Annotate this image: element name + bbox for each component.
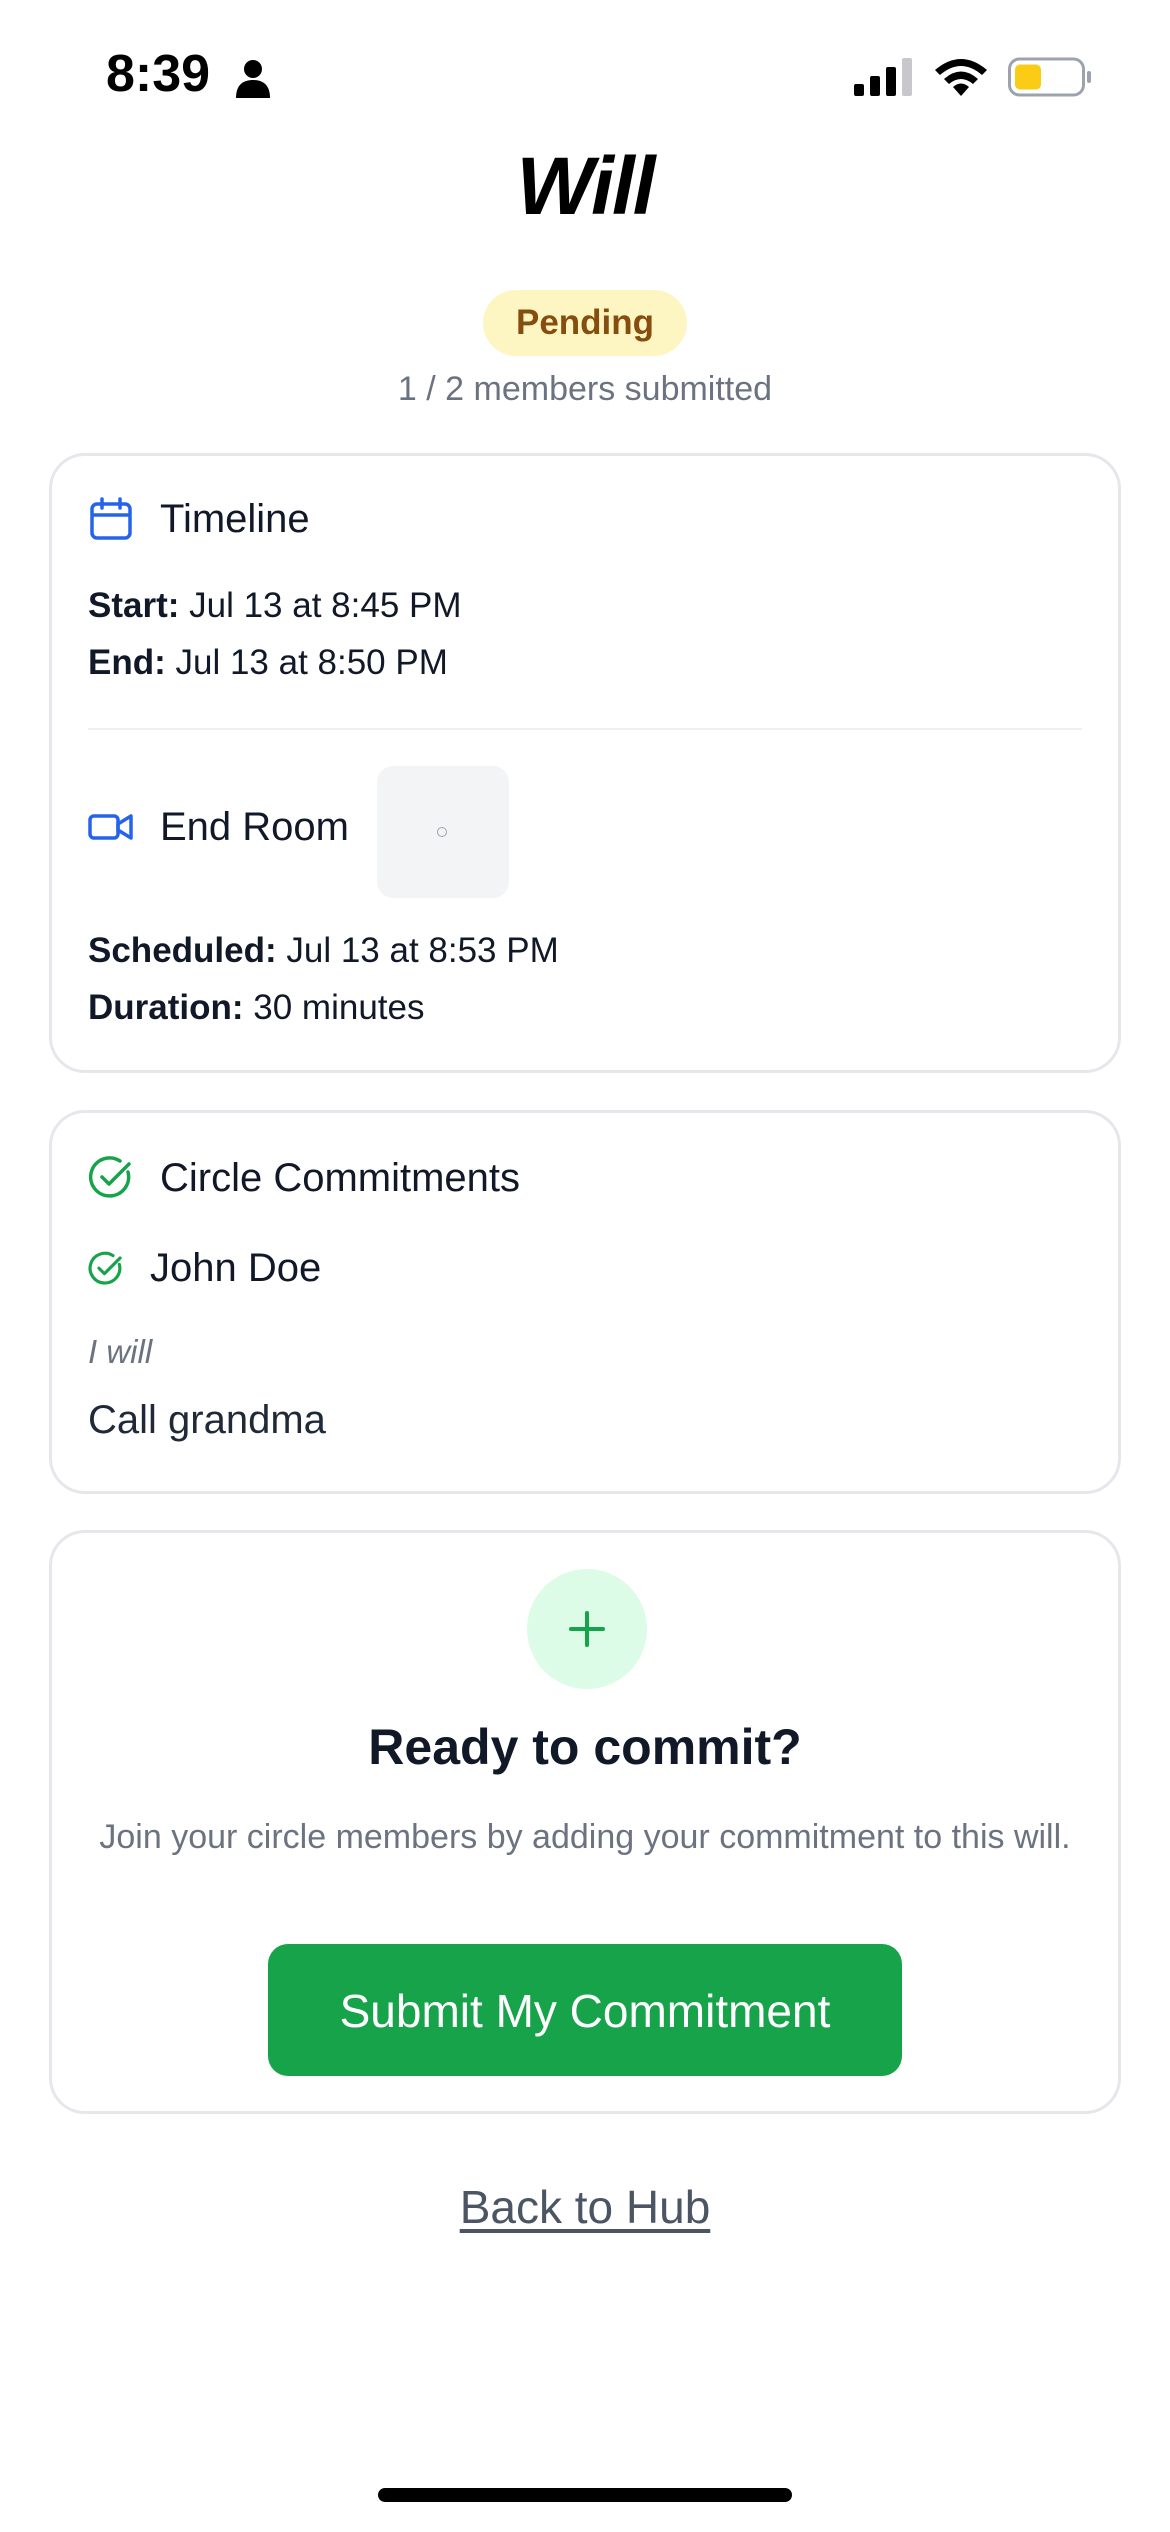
person-icon [236, 60, 270, 98]
timeline-card: Timeline Start: Jul 13 at 8:45 PM End: J… [49, 453, 1121, 1073]
status-badge: Pending [483, 290, 687, 356]
member-row: John Doe [88, 1246, 321, 1291]
scheduled-time: Scheduled: Jul 13 at 8:53 PM [88, 931, 559, 971]
commitments-title: Circle Commitments [160, 1155, 521, 1200]
wifi-icon [935, 59, 987, 96]
end-label: End: [88, 643, 166, 682]
scheduled-label: Scheduled: [88, 931, 277, 970]
duration: Duration: 30 minutes [88, 988, 424, 1028]
check-circle-icon [88, 1156, 131, 1198]
commitment-prefix: I will [88, 1333, 153, 1370]
end-room-title: End Room [160, 804, 349, 849]
check-circle-icon [88, 1251, 122, 1285]
commitments-header: Circle Commitments [88, 1155, 520, 1201]
plus-icon-circle [527, 1569, 647, 1689]
timeline-header: Timeline [88, 496, 310, 542]
ready-to-commit-card: Ready to commit? Join your circle member… [49, 1530, 1121, 2114]
home-indicator[interactable] [378, 2488, 792, 2502]
end-value: Jul 13 at 8:50 PM [165, 643, 448, 682]
status-time: 8:39 [106, 45, 211, 103]
start-time: Start: Jul 13 at 8:45 PM [88, 586, 462, 626]
battery-icon [1008, 57, 1091, 97]
video-camera-icon [88, 814, 133, 840]
calendar-icon [90, 497, 132, 540]
status-bar: 8:39 [0, 0, 1170, 150]
divider [88, 728, 1082, 730]
commitments-card: Circle Commitments John Doe I will Call … [49, 1110, 1121, 1494]
duration-label: Duration: [88, 988, 244, 1027]
commitment-text: Call grandma [88, 1398, 326, 1442]
signal-icon [854, 58, 912, 96]
start-value: Jul 13 at 8:45 PM [179, 586, 462, 625]
scheduled-value: Jul 13 at 8:53 PM [276, 931, 559, 970]
page-title: Will [516, 141, 655, 232]
end-room-thumbnail[interactable] [377, 766, 509, 898]
end-time: End: Jul 13 at 8:50 PM [88, 643, 448, 683]
duration-value: 30 minutes [243, 988, 425, 1027]
members-submitted-count: 1 / 2 members submitted [397, 370, 773, 408]
submit-commitment-button[interactable]: Submit My Commitment [268, 1944, 902, 2076]
member-name: John Doe [150, 1246, 322, 1290]
plus-icon [569, 1611, 605, 1647]
back-to-hub-link[interactable]: Back to Hub [0, 2180, 1170, 2234]
end-room-header: End Room [88, 804, 349, 850]
start-label: Start: [88, 586, 180, 625]
timeline-title: Timeline [160, 496, 310, 541]
ready-heading: Ready to commit? [368, 1719, 802, 1775]
ready-description: Join your circle members by adding your … [99, 1818, 1071, 1856]
loading-indicator-icon [437, 827, 447, 837]
